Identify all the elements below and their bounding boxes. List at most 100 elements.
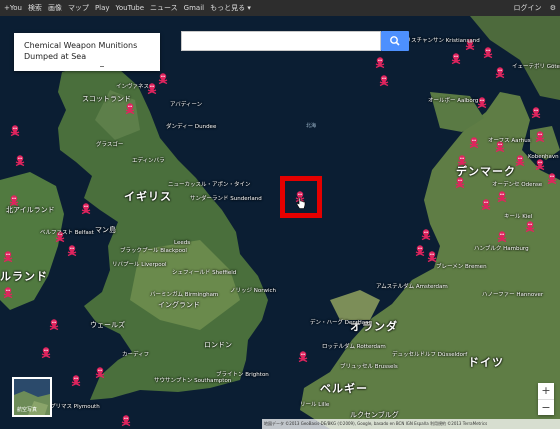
topbar-link-images[interactable]: 画像	[48, 4, 62, 12]
label-cardiff: カーディフ	[122, 352, 150, 358]
label-newcastle: ニューカッスル・アポン・タイン	[168, 182, 251, 188]
search-icon	[390, 36, 400, 46]
munition-marker[interactable]	[531, 106, 541, 119]
topbar-link-you[interactable]: +You	[4, 4, 22, 12]
label-england: イングランド	[158, 301, 200, 309]
label-scotland: スコットランド	[82, 95, 131, 103]
label-edinburgh: エディンバラ	[132, 158, 165, 164]
label-sheffield: シェフィールド Sheffield	[172, 270, 237, 276]
munition-marker[interactable]	[67, 244, 77, 257]
label-goteborg: イェーテボリ Göteborg	[512, 64, 560, 70]
label-kiel: キール Kiel	[504, 214, 533, 220]
label-blackpool: ブラックプール Blackpool	[120, 248, 187, 254]
munition-marker[interactable]	[81, 202, 91, 215]
label-kobenhavn: Kobenhavn	[528, 154, 559, 160]
label-wales: ウェールズ	[90, 321, 125, 329]
munition-marker[interactable]	[147, 82, 157, 95]
munition-marker[interactable]	[497, 190, 507, 203]
search-input[interactable]	[181, 31, 381, 51]
label-plymouth: プリマス Plymouth	[50, 404, 100, 410]
label-odense: オーデンセ Odense	[492, 182, 543, 188]
munition-marker[interactable]	[379, 74, 389, 87]
munition-marker[interactable]	[477, 96, 487, 109]
satellite-view-toggle[interactable]: 航空写真	[12, 377, 52, 417]
map-title: Chemical Weapon Munitions Dumped at Sea	[24, 41, 138, 61]
munition-marker[interactable]	[15, 154, 25, 167]
label-brussels: ブリュッセル Brussels	[340, 364, 398, 370]
map-attribution: 地図データ ©2013 GeoBasis-DE/BKG (©2009), Goo…	[262, 419, 560, 429]
munition-marker[interactable]	[49, 318, 59, 331]
hand-cursor-icon	[296, 197, 306, 209]
munition-marker[interactable]	[125, 102, 135, 115]
munition-marker[interactable]	[525, 220, 535, 233]
munition-marker[interactable]	[158, 72, 168, 85]
label-dundee: ダンディー Dundee	[166, 124, 217, 130]
label-kristiansand: クリスチャンサン Kristiansand	[400, 38, 480, 44]
zoom-control: + −	[538, 383, 554, 415]
munition-marker[interactable]	[515, 154, 525, 167]
munition-marker[interactable]	[3, 250, 13, 263]
munition-marker[interactable]	[421, 228, 431, 241]
munition-marker[interactable]	[298, 350, 308, 363]
map-title-box[interactable]: Chemical Weapon Munitions Dumped at Sea	[14, 33, 160, 71]
munition-marker[interactable]	[375, 56, 385, 69]
topbar-link-maps[interactable]: マップ	[68, 4, 89, 12]
label-belfast: ベルファスト Belfast	[40, 230, 94, 236]
munition-marker[interactable]	[535, 158, 545, 171]
munition-marker[interactable]	[497, 230, 507, 243]
munition-marker[interactable]	[427, 250, 437, 263]
label-n-ireland: 北アイルランド	[6, 206, 55, 214]
label-denmark: デンマーク	[456, 165, 516, 178]
google-top-bar: +You 検索 画像 マップ Play YouTube ニュース Gmail もっと見る ▾ ロ…	[0, 0, 560, 16]
topbar-link-gmail[interactable]: Gmail	[184, 4, 204, 12]
label-bremen: ブレーメン Bremen	[436, 264, 487, 270]
munition-marker[interactable]	[495, 66, 505, 79]
label-hannover: ハノーファー Hannover	[482, 292, 544, 298]
munition-marker[interactable]	[451, 52, 461, 65]
label-germany: ドイツ	[468, 356, 504, 369]
label-aalborg: オールボー Aalborg	[428, 98, 479, 104]
label-london: ロンドン	[204, 341, 232, 349]
label-sunderland: サンダーランド Sunderland	[190, 196, 262, 202]
label-aberdeen: アバディーン	[170, 102, 203, 108]
munition-marker[interactable]	[481, 198, 491, 211]
zoom-out-button[interactable]: −	[538, 399, 554, 416]
topbar-link-play[interactable]: Play	[95, 4, 110, 12]
munition-marker[interactable]	[41, 346, 51, 359]
label-brighton: ブライトン Brighton	[216, 372, 269, 378]
login-link[interactable]: ログイン	[513, 4, 541, 12]
munition-marker[interactable]	[483, 46, 493, 59]
topbar-link-news[interactable]: ニュース	[150, 4, 178, 12]
munition-marker[interactable]	[9, 194, 19, 207]
zoom-in-button[interactable]: +	[538, 383, 554, 399]
label-lille: リール Lille	[300, 402, 330, 408]
label-belgium: ベルギー	[320, 382, 368, 395]
munition-marker[interactable]	[535, 130, 545, 143]
munition-marker[interactable]	[415, 244, 425, 257]
munition-marker[interactable]	[3, 286, 13, 299]
label-amsterdam: アムステルダム Amsterdam	[376, 284, 448, 290]
thumbnail-caption: 航空写真	[17, 407, 38, 413]
label-hamburg: ハンブルク Hamburg	[474, 246, 529, 252]
munition-marker[interactable]	[469, 136, 479, 149]
label-glasgow: グラスゴー	[96, 142, 124, 148]
map-search	[181, 31, 409, 51]
gear-icon[interactable]: ⚙	[550, 4, 556, 12]
munition-marker[interactable]	[121, 414, 131, 427]
munition-marker[interactable]	[71, 374, 81, 387]
label-hague: デン・ハーグ Den Haag	[310, 320, 372, 326]
topbar-link-youtube[interactable]: YouTube	[116, 4, 144, 12]
munition-marker[interactable]	[95, 366, 105, 379]
search-button[interactable]	[381, 31, 409, 51]
label-britain: イギリス	[124, 190, 172, 203]
label-rotterdam: ロッテルダム Rotterdam	[322, 344, 386, 350]
label-inverness: インヴァネス	[116, 84, 150, 90]
munition-marker[interactable]	[547, 172, 557, 185]
label-aarhus: オーフス Aarhus	[488, 138, 531, 144]
topbar-link-search[interactable]: 検索	[28, 4, 42, 12]
topbar-link-more[interactable]: もっと見る ▾	[210, 4, 251, 12]
label-birmingham: バーミンガム Birmingham	[150, 292, 219, 298]
munition-marker[interactable]	[10, 124, 20, 137]
expand-indicator[interactable]	[100, 66, 104, 67]
label-norwich: ノリッジ Norwich	[230, 288, 277, 294]
